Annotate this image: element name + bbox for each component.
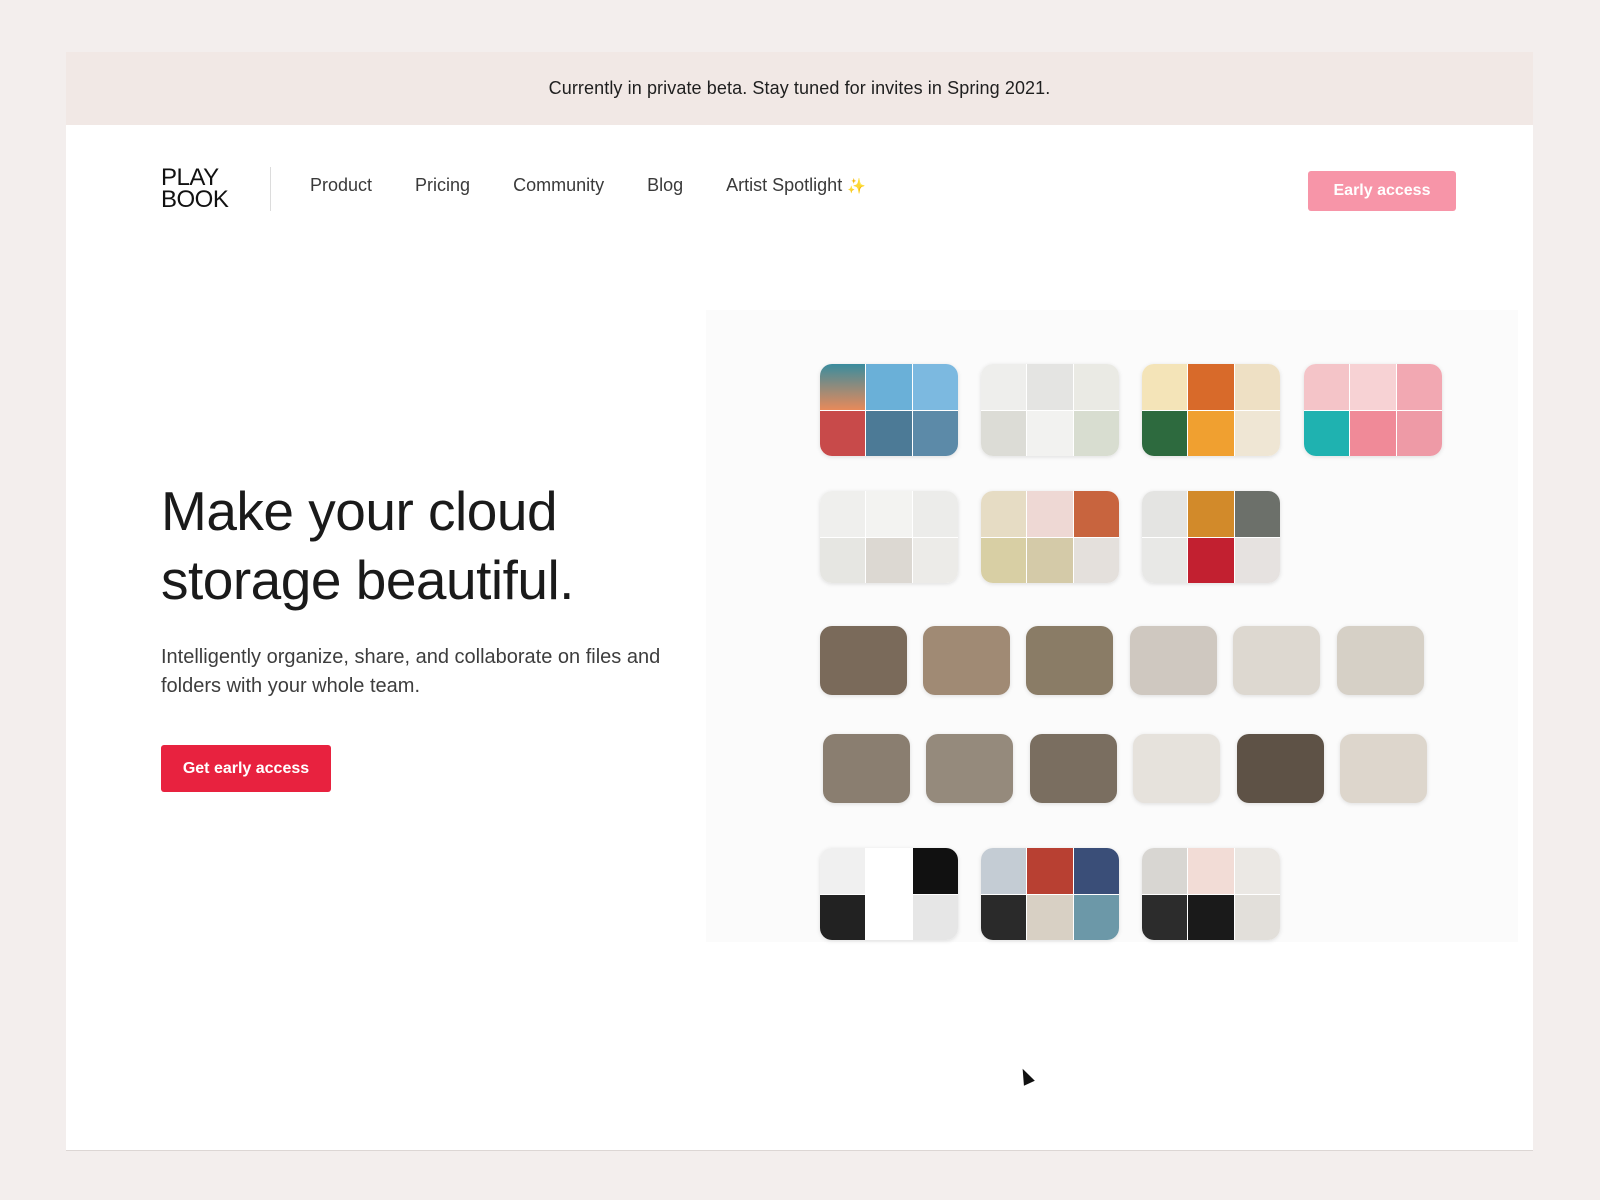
nav-link-artist-spotlight[interactable]: Artist Spotlight ✨ (726, 175, 866, 196)
nav-link-artist-spotlight-label: Artist Spotlight (726, 175, 843, 195)
gallery-tile-cafe-4[interactable] (1130, 626, 1217, 695)
gallery-tile-cafe-2[interactable] (923, 626, 1010, 695)
gallery-tile-typography[interactable] (1142, 364, 1280, 456)
hero-headline: Make your cloud storage beautiful. (161, 477, 721, 615)
headline-line-2: storage beautiful. (161, 549, 574, 611)
beta-banner-text: Currently in private beta. Stay tuned fo… (548, 78, 1051, 98)
gallery-tile-travel[interactable] (820, 364, 958, 456)
hero-subtext: Intelligently organize, share, and colla… (161, 646, 661, 697)
playbook-logo[interactable]: PLAY BOOK (161, 166, 243, 213)
gallery-tile-stationery[interactable] (1142, 848, 1280, 940)
gallery-tile-cafe-6[interactable] (1337, 626, 1424, 695)
gallery-tile-pink-design[interactable] (1304, 364, 1442, 456)
gallery-tile-print[interactable] (981, 848, 1119, 940)
hero-section: Make your cloud storage beautiful. Intel… (161, 477, 721, 792)
browser-page: Currently in private beta. Stay tuned fo… (66, 52, 1533, 1151)
nav-links: Product Pricing Community Blog Artist Sp… (310, 175, 909, 196)
logo-line-2: BOOK (161, 186, 229, 213)
gallery-tile-books-2[interactable] (926, 734, 1013, 803)
top-nav: PLAY BOOK Product Pricing Community Blog… (66, 125, 1533, 255)
early-access-button[interactable]: Early access (1308, 171, 1456, 211)
gallery-tile-cafe-3[interactable] (1026, 626, 1113, 695)
nav-link-product[interactable]: Product (310, 175, 372, 196)
gallery-tile-books-1[interactable] (823, 734, 910, 803)
gallery-tile-books-3[interactable] (1340, 734, 1427, 803)
gallery-tile-cafe-1[interactable] (820, 626, 907, 695)
gallery-tile-sneakers[interactable] (1142, 491, 1280, 583)
nav-link-pricing[interactable]: Pricing (415, 175, 470, 196)
gallery-tile-blank[interactable] (1133, 734, 1220, 803)
gallery-tile-portrait-2[interactable] (1237, 734, 1324, 803)
beta-banner: Currently in private beta. Stay tuned fo… (66, 52, 1533, 125)
nav-link-blog[interactable]: Blog (647, 175, 683, 196)
nav-link-community[interactable]: Community (513, 175, 604, 196)
gallery-showcase (706, 310, 1518, 942)
nav-divider (270, 167, 271, 211)
get-early-access-button[interactable]: Get early access (161, 745, 331, 792)
gallery-tile-plants[interactable] (981, 364, 1119, 456)
gallery-tile-fashion[interactable] (981, 491, 1119, 583)
gallery-tile-logos[interactable] (820, 848, 958, 940)
gallery-tile-interior[interactable] (820, 491, 958, 583)
sparkle-icon: ✨ (847, 177, 866, 195)
headline-line-1: Make your cloud (161, 480, 558, 542)
gallery-tile-cafe-5[interactable] (1233, 626, 1320, 695)
gallery-tile-portrait-1[interactable] (1030, 734, 1117, 803)
